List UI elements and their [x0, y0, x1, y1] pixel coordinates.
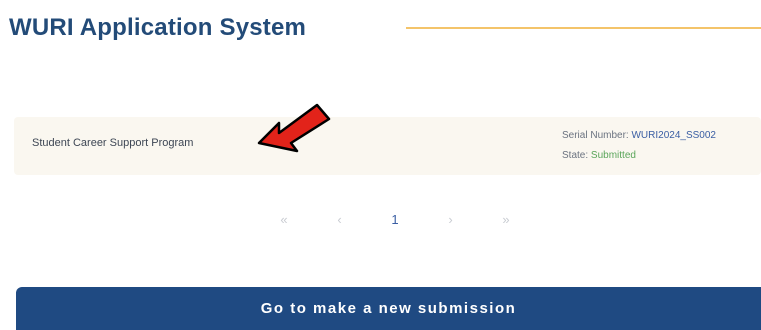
serial-number-row: Serial Number: WURI2024_SS002 [562, 126, 716, 146]
state-row: State: Submitted [562, 146, 716, 166]
serial-number-label: Serial Number: [562, 130, 629, 141]
previous-page-button[interactable]: ‹ [326, 208, 354, 232]
page-title: WURI Application System [9, 14, 307, 41]
submission-meta: Serial Number: WURI2024_SS002 State: Sub… [562, 126, 716, 166]
state-value: Submitted [590, 150, 636, 161]
program-name[interactable]: Student Career Support Program [32, 137, 193, 149]
red-arrow-icon [257, 103, 331, 153]
current-page-number[interactable]: 1 [381, 208, 409, 232]
state-label: State: [562, 150, 589, 161]
last-page-button[interactable]: » [492, 208, 520, 232]
next-page-button[interactable]: › [437, 208, 465, 232]
page-header: WURI Application System [9, 8, 306, 48]
serial-number-value: WURI2024_SS002 [631, 130, 716, 141]
pagination: « ‹ 1 › » [270, 208, 520, 232]
first-page-button[interactable]: « [270, 208, 298, 232]
submission-card[interactable]: Student Career Support Program Serial Nu… [14, 117, 761, 175]
application-page: WURI Application System Student Career S… [0, 0, 761, 330]
title-divider [406, 27, 761, 29]
new-submission-button[interactable]: Go to make a new submission [16, 287, 761, 330]
